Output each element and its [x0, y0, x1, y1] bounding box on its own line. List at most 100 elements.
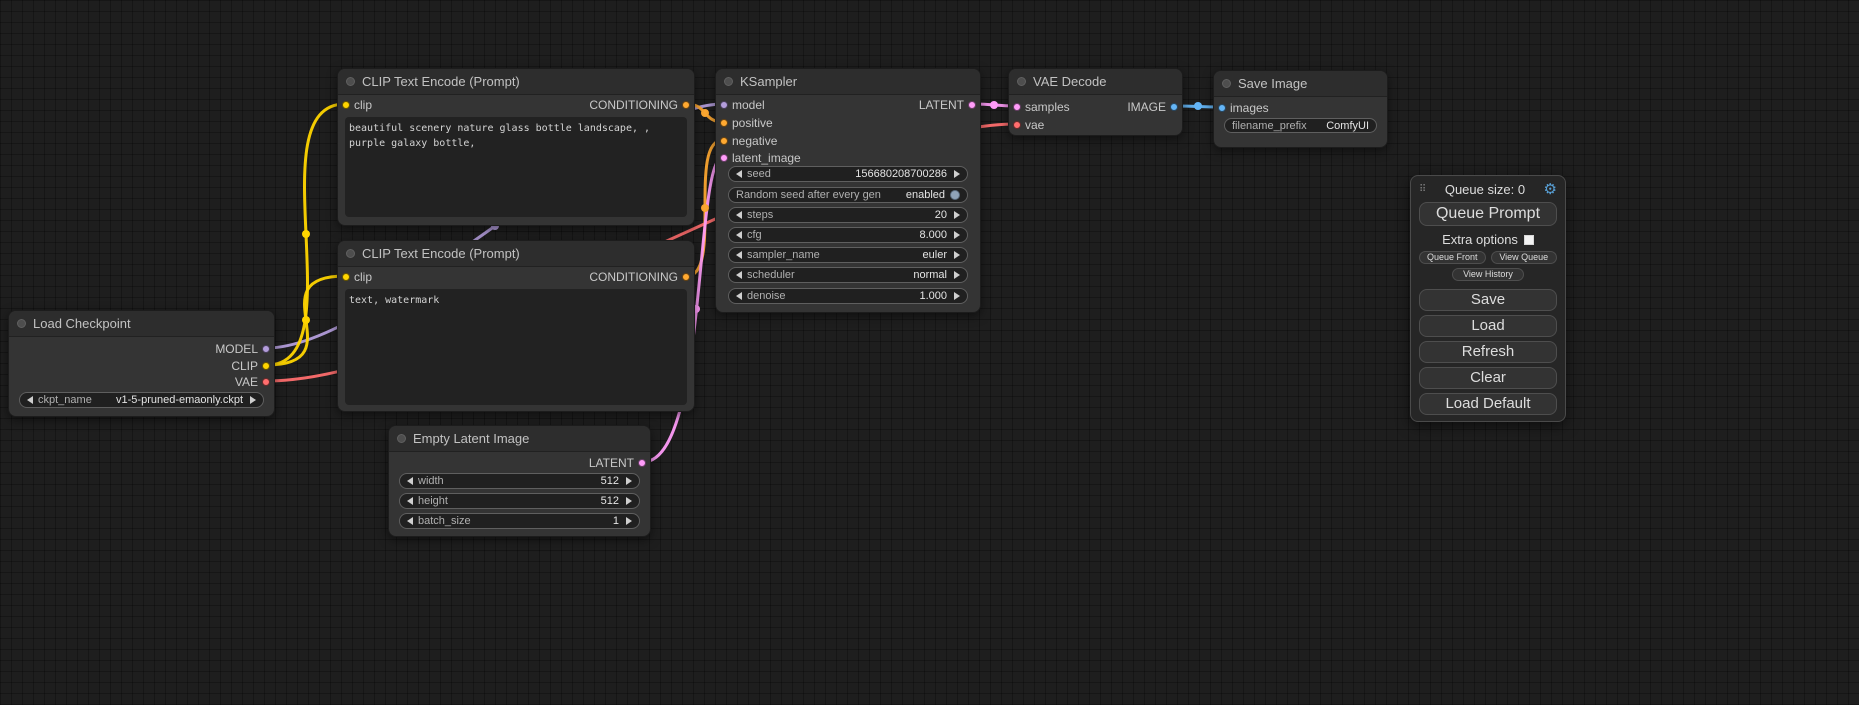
decrement-icon[interactable] — [407, 477, 413, 485]
node-titlebar[interactable]: KSampler — [716, 69, 980, 95]
collapse-icon[interactable] — [17, 319, 26, 328]
output-slot-conditioning[interactable]: CONDITIONING — [338, 97, 694, 113]
increment-icon[interactable] — [954, 231, 960, 239]
widget-value: 8.000 — [919, 229, 947, 241]
collapse-icon[interactable] — [346, 249, 355, 258]
filename-prefix-widget[interactable]: filename_prefix ComfyUI — [1224, 118, 1377, 133]
output-dot-clip[interactable] — [262, 362, 270, 370]
node-empty-latent-image[interactable]: Empty Latent Image LATENT width 512 heig… — [388, 425, 651, 537]
clear-button[interactable]: Clear — [1419, 367, 1557, 389]
node-titlebar[interactable]: Empty Latent Image — [389, 426, 650, 452]
node-titlebar[interactable]: Load Checkpoint — [9, 311, 274, 337]
node-titlebar[interactable]: Save Image — [1214, 71, 1387, 97]
node-graph-canvas[interactable]: Load Checkpoint MODEL CLIP VAE ckpt_name… — [0, 0, 1859, 705]
output-slot-conditioning[interactable]: CONDITIONING — [338, 269, 694, 285]
output-dot-vae[interactable] — [262, 378, 270, 386]
increment-icon[interactable] — [954, 292, 960, 300]
denoise-widget[interactable]: denoise 1.000 — [728, 288, 968, 304]
input-dot-latent-image[interactable] — [720, 154, 728, 162]
settings-gear-icon[interactable]: ⚙ — [1544, 182, 1557, 197]
widget-label: filename_prefix — [1232, 120, 1307, 132]
extra-options-checkbox[interactable] — [1524, 235, 1534, 245]
collapse-icon[interactable] — [1222, 79, 1231, 88]
slot-label: MODEL — [215, 342, 258, 356]
node-clip-text-encode-negative[interactable]: CLIP Text Encode (Prompt) clip CONDITION… — [337, 240, 695, 412]
increment-icon[interactable] — [954, 211, 960, 219]
input-dot-negative[interactable] — [720, 137, 728, 145]
widget-label: height — [418, 495, 448, 507]
decrement-icon[interactable] — [736, 251, 742, 259]
input-slot-latent-image[interactable]: latent_image — [716, 150, 980, 166]
load-button[interactable]: Load — [1419, 315, 1557, 337]
cfg-widget[interactable]: cfg 8.000 — [728, 227, 968, 243]
increment-icon[interactable] — [954, 271, 960, 279]
output-dot-conditioning[interactable] — [682, 273, 690, 281]
node-save-image[interactable]: Save Image images filename_prefix ComfyU… — [1213, 70, 1388, 148]
node-ksampler[interactable]: KSampler model LATENT positive negative … — [715, 68, 981, 313]
input-slot-positive[interactable]: positive — [716, 115, 980, 131]
increment-icon[interactable] — [250, 396, 256, 404]
output-dot-model[interactable] — [262, 345, 270, 353]
decrement-icon[interactable] — [736, 292, 742, 300]
decrement-icon[interactable] — [27, 396, 33, 404]
toggle-knob-icon[interactable] — [950, 190, 960, 200]
decrement-icon[interactable] — [736, 231, 742, 239]
collapse-icon[interactable] — [1017, 77, 1026, 86]
increment-icon[interactable] — [626, 477, 632, 485]
scheduler-widget[interactable]: scheduler normal — [728, 267, 968, 283]
decrement-icon[interactable] — [736, 170, 742, 178]
seed-widget[interactable]: seed 156680208700286 — [728, 166, 968, 182]
collapse-icon[interactable] — [724, 77, 733, 86]
sampler-name-widget[interactable]: sampler_name euler — [728, 247, 968, 263]
output-slot-vae[interactable]: VAE — [9, 374, 274, 390]
output-slot-model[interactable]: MODEL — [9, 341, 274, 357]
output-dot-conditioning[interactable] — [682, 101, 690, 109]
input-slot-vae[interactable]: vae — [1009, 117, 1182, 133]
input-dot-positive[interactable] — [720, 119, 728, 127]
input-dot-vae[interactable] — [1013, 121, 1021, 129]
increment-icon[interactable] — [626, 497, 632, 505]
drag-handle-icon[interactable]: ⠿ — [1419, 184, 1426, 195]
decrement-icon[interactable] — [407, 497, 413, 505]
ckpt-name-widget[interactable]: ckpt_name v1-5-pruned-emaonly.ckpt — [19, 392, 264, 408]
prompt-textarea[interactable]: beautiful scenery nature glass bottle la… — [345, 117, 687, 217]
width-widget[interactable]: width 512 — [399, 473, 640, 489]
save-button[interactable]: Save — [1419, 289, 1557, 311]
node-titlebar[interactable]: CLIP Text Encode (Prompt) — [338, 69, 694, 95]
height-widget[interactable]: height 512 — [399, 493, 640, 509]
view-history-button[interactable]: View History — [1452, 268, 1524, 281]
output-slot-latent[interactable]: LATENT — [389, 455, 650, 471]
load-default-button[interactable]: Load Default — [1419, 393, 1557, 415]
widget-value: enabled — [906, 189, 945, 201]
output-slot-clip[interactable]: CLIP — [9, 358, 274, 374]
input-slot-images[interactable]: images — [1214, 100, 1387, 116]
view-queue-button[interactable]: View Queue — [1491, 251, 1558, 264]
output-dot-latent[interactable] — [638, 459, 646, 467]
output-dot-latent[interactable] — [968, 101, 976, 109]
random-seed-toggle[interactable]: Random seed after every gen enabled — [728, 187, 968, 203]
batch-size-widget[interactable]: batch_size 1 — [399, 513, 640, 529]
node-titlebar[interactable]: VAE Decode — [1009, 69, 1182, 95]
output-slot-image[interactable]: IMAGE — [1009, 99, 1182, 115]
decrement-icon[interactable] — [407, 517, 413, 525]
output-dot-image[interactable] — [1170, 103, 1178, 111]
output-slot-latent[interactable]: LATENT — [716, 97, 980, 113]
increment-icon[interactable] — [954, 251, 960, 259]
queue-prompt-button[interactable]: Queue Prompt — [1419, 202, 1557, 226]
collapse-icon[interactable] — [397, 434, 406, 443]
node-vae-decode[interactable]: VAE Decode samples IMAGE vae — [1008, 68, 1183, 136]
input-slot-negative[interactable]: negative — [716, 133, 980, 149]
increment-icon[interactable] — [626, 517, 632, 525]
prompt-textarea[interactable]: text, watermark — [345, 289, 687, 405]
node-titlebar[interactable]: CLIP Text Encode (Prompt) — [338, 241, 694, 267]
decrement-icon[interactable] — [736, 211, 742, 219]
input-dot-images[interactable] — [1218, 104, 1226, 112]
node-clip-text-encode-positive[interactable]: CLIP Text Encode (Prompt) clip CONDITION… — [337, 68, 695, 226]
steps-widget[interactable]: steps 20 — [728, 207, 968, 223]
decrement-icon[interactable] — [736, 271, 742, 279]
node-load-checkpoint[interactable]: Load Checkpoint MODEL CLIP VAE ckpt_name… — [8, 310, 275, 417]
refresh-button[interactable]: Refresh — [1419, 341, 1557, 363]
collapse-icon[interactable] — [346, 77, 355, 86]
queue-front-button[interactable]: Queue Front — [1419, 251, 1486, 264]
increment-icon[interactable] — [954, 170, 960, 178]
